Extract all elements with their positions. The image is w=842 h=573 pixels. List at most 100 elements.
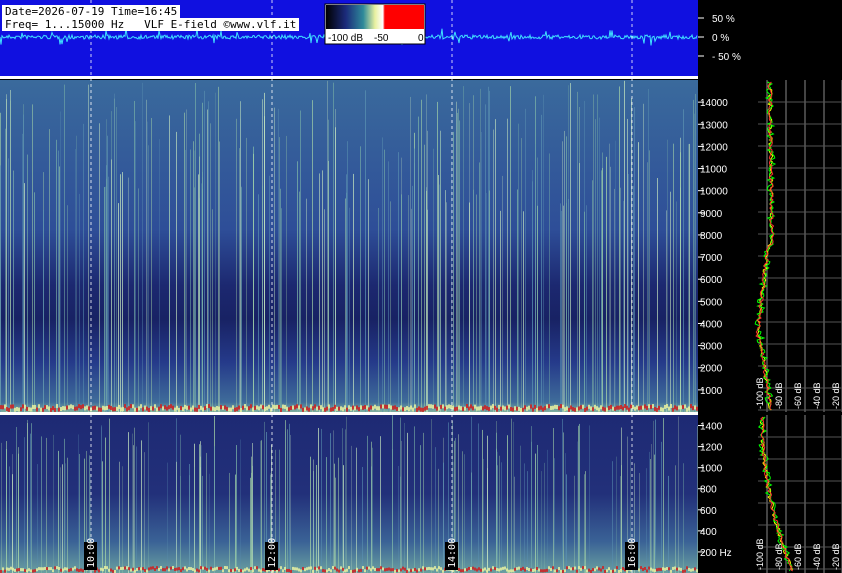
noise-floor-mark [410, 405, 412, 410]
spectrogram-streak [599, 117, 600, 412]
spectrogram-streak [565, 453, 566, 573]
spectrogram-streak [668, 475, 669, 573]
spectrogram-streak [260, 440, 261, 573]
spectrogram-streak [650, 459, 651, 573]
spectrogram-streak [75, 148, 76, 412]
spectrogram-streak [241, 186, 242, 412]
colorbar: -100 dB -50 0 [324, 3, 426, 45]
noise-floor-mark-zoom [468, 566, 470, 570]
spectrogram-streak [201, 183, 202, 412]
spectrogram-streak [251, 472, 252, 573]
spectrogram-streak [346, 416, 347, 573]
noise-floor-mark-zoom [474, 567, 476, 571]
spectrogram-streak [49, 129, 50, 413]
spectrogram-streak [481, 132, 482, 412]
noise-floor-mark-zoom [644, 566, 646, 570]
noise-floor-mark [588, 404, 590, 409]
noise-floor-mark [264, 406, 266, 411]
noise-floor-mark-zoom [94, 569, 96, 573]
noise-floor-mark-zoom [122, 566, 124, 570]
noise-floor-mark [682, 404, 684, 409]
freq-zoom-label: 1000 [700, 464, 723, 475]
noise-floor-mark [102, 405, 104, 410]
noise-floor-mark-zoom [244, 568, 246, 572]
freq-label: 7000 [700, 253, 723, 264]
spectrogram-streak [218, 86, 219, 413]
spectrogram-streak [200, 441, 201, 573]
noise-floor-mark-zoom [438, 566, 440, 570]
spectrogram-streak [264, 421, 265, 573]
noise-floor-mark [418, 406, 420, 411]
spectrogram-streak [159, 139, 160, 412]
noise-floor-mark [106, 405, 108, 410]
noise-floor-mark [480, 405, 482, 410]
noise-floor-mark [628, 407, 630, 412]
freq-label: 4000 [700, 319, 723, 330]
noise-floor-mark-zoom [504, 566, 506, 570]
noise-floor-mark [144, 405, 146, 410]
noise-floor-mark-zoom [416, 569, 418, 573]
spectrogram-streak [239, 148, 240, 412]
noise-floor-mark-zoom [178, 567, 180, 571]
noise-floor-mark [388, 404, 390, 409]
noise-floor-mark [696, 406, 698, 411]
noise-floor-mark [110, 405, 112, 410]
noise-floor-mark [176, 405, 178, 410]
spectrogram-streak [335, 477, 336, 573]
noise-floor-mark [58, 407, 60, 412]
noise-floor-mark [268, 404, 270, 409]
spectrogram-streak [433, 148, 434, 412]
spectrogram-streak [424, 144, 425, 412]
spectrogram-streak [279, 449, 280, 573]
spectrogram-streak [401, 194, 402, 412]
noise-floor-mark [404, 407, 406, 412]
noise-floor-mark-zoom [534, 568, 536, 572]
noise-floor-mark [400, 405, 402, 410]
noise-floor-mark-zoom [376, 568, 378, 572]
spectrogram-streak [316, 464, 317, 573]
noise-floor-mark-zoom [484, 567, 486, 571]
noise-floor-mark [606, 407, 608, 412]
noise-floor-mark [534, 404, 536, 409]
spectrogram-streak [206, 452, 207, 573]
spectrogram-streak [532, 181, 533, 412]
spectrogram-streak [151, 117, 152, 412]
noise-floor-mark [656, 407, 658, 412]
noise-floor-mark-zoom [530, 568, 532, 572]
noise-floor-mark-zoom [202, 566, 204, 570]
noise-floor-mark [276, 404, 278, 409]
noise-floor-mark-zoom [296, 567, 298, 571]
noise-floor-mark [340, 406, 342, 411]
noise-floor-mark-zoom [316, 567, 318, 571]
spectrogram-streak [67, 457, 68, 573]
noise-floor-mark [166, 406, 168, 411]
noise-floor-mark [368, 407, 370, 412]
noise-floor-mark-zoom [478, 567, 480, 571]
freq-label: 6000 [700, 275, 723, 286]
noise-floor-mark [490, 405, 492, 410]
noise-floor-mark [548, 404, 550, 409]
spectrogram-streak [116, 106, 117, 412]
noise-floor-mark-zoom [552, 566, 554, 570]
spectrogram-streak [489, 190, 490, 412]
noise-floor-mark [550, 405, 552, 410]
spectrogram-streak [56, 139, 57, 412]
noise-floor-mark-zoom [666, 567, 668, 571]
time-label-group: 14:00 [445, 538, 458, 570]
spectrogram-streak [83, 123, 84, 412]
noise-floor-mark [322, 407, 324, 412]
noise-floor-mark [214, 407, 216, 412]
noise-floor-mark [584, 407, 586, 412]
spectrogram-streak [372, 447, 373, 573]
spectrogram-streak [570, 83, 571, 413]
spectrogram-streak [58, 451, 59, 573]
spectrogram-streak [133, 445, 134, 573]
spectrogram-streak [476, 194, 477, 412]
noise-floor-mark [640, 405, 642, 410]
noise-floor-mark [152, 406, 154, 411]
spectrogram-streak [199, 444, 200, 573]
noise-floor-mark-zoom [216, 566, 218, 570]
noise-floor-mark [614, 406, 616, 411]
noise-floor-mark-zoom [674, 566, 676, 570]
noise-floor-mark [554, 404, 556, 409]
